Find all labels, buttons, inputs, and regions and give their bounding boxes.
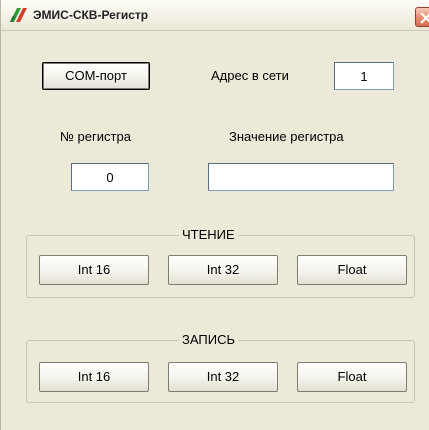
read-int32-button[interactable]: Int 32 bbox=[168, 255, 278, 285]
register-number-label: № регистра bbox=[60, 129, 131, 144]
write-group-caption: ЗАПИСЬ bbox=[179, 332, 238, 347]
app-logo-icon bbox=[9, 7, 29, 23]
write-int32-button[interactable]: Int 32 bbox=[168, 362, 278, 392]
main-window: ЭМИС-СКВ-Регистр COM-порт Адрес в сети №… bbox=[0, 0, 429, 430]
title-bar[interactable]: ЭМИС-СКВ-Регистр bbox=[1, 0, 429, 31]
close-icon bbox=[420, 12, 429, 24]
register-number-field[interactable] bbox=[71, 163, 149, 191]
window-title: ЭМИС-СКВ-Регистр bbox=[33, 8, 149, 22]
read-int16-button[interactable]: Int 16 bbox=[39, 255, 149, 285]
read-group-caption: ЧТЕНИЕ bbox=[179, 227, 238, 242]
read-float-button[interactable]: Float bbox=[297, 255, 407, 285]
write-int16-button[interactable]: Int 16 bbox=[39, 362, 149, 392]
register-value-label: Значение регистра bbox=[229, 129, 344, 144]
address-label: Адрес в сети bbox=[211, 68, 289, 83]
close-button[interactable] bbox=[415, 7, 429, 27]
address-field[interactable] bbox=[334, 62, 394, 90]
com-port-button[interactable]: COM-порт bbox=[42, 62, 150, 90]
register-value-field[interactable] bbox=[208, 163, 394, 191]
write-float-button[interactable]: Float bbox=[297, 362, 407, 392]
